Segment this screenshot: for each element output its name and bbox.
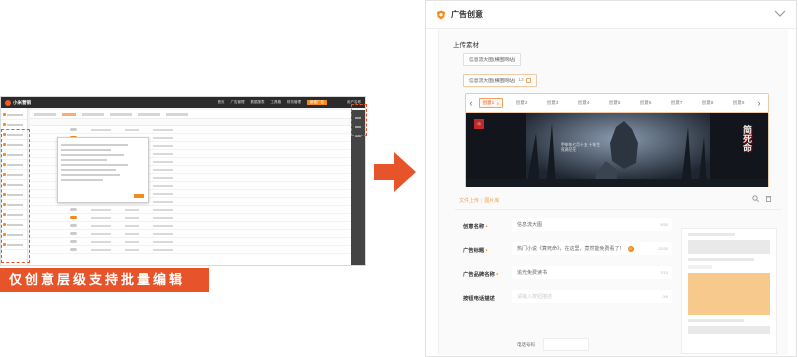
selected-image-label: 信息流大图(横图网站)	[469, 79, 516, 84]
image-caption: 甲申年七月十五 十年生死两茫茫	[561, 143, 601, 152]
table-row[interactable]	[30, 222, 351, 230]
phone-field[interactable]	[543, 338, 589, 351]
emoji-icon[interactable]: ☺	[627, 245, 634, 252]
highlight-right-toolbar	[351, 104, 367, 136]
table-row[interactable]	[30, 214, 351, 222]
char-count: 0/6	[662, 294, 668, 299]
cta-label: 按钮电话描述	[463, 296, 495, 302]
table-row[interactable]	[30, 230, 351, 238]
tab-creative-4[interactable]: 创意4	[568, 100, 599, 106]
field-value: 信息流大图	[517, 222, 543, 228]
brand-name-label: 广告品牌名称 •	[463, 272, 499, 278]
cta-field[interactable]: 请输入按钮描述 0/6	[512, 290, 672, 303]
table-row[interactable]	[30, 206, 351, 214]
tab-creative-8[interactable]: 创意8	[692, 100, 723, 106]
mini-logo: 小米营销	[5, 99, 31, 106]
preset-image-button[interactable]: 信息流大图(横图网站)	[463, 53, 522, 66]
mini-nav-item[interactable]: 工具箱	[271, 100, 282, 105]
upload-title: 上传素材	[453, 42, 479, 49]
char-count: 22/30	[657, 246, 668, 251]
label-text: 广告品牌名称	[463, 272, 495, 278]
ad-preview	[681, 228, 777, 354]
seal-stamp: 印	[474, 119, 484, 129]
mini-app-title: 小米营销	[13, 99, 31, 105]
trash-icon[interactable]	[765, 195, 772, 202]
field-value: 热门小说《算死命》，在这里，竟然能免费看了！	[517, 246, 625, 252]
char-count: 5/50	[660, 222, 668, 227]
image-brand-title: 简死命	[742, 125, 752, 152]
chevron-down-icon[interactable]	[774, 10, 786, 18]
tab-creative-2[interactable]: 创意2	[506, 100, 537, 106]
mini-filter[interactable]	[34, 112, 56, 116]
mini-main	[30, 110, 351, 265]
file-actions: 文件上传 | 图片库	[459, 198, 500, 204]
table-row[interactable]	[30, 238, 351, 246]
creative-name-label: 创意名称 •	[463, 224, 488, 230]
creative-artwork	[466, 113, 768, 187]
selected-image-button[interactable]: 信息流大图(横图网站) 13	[463, 74, 537, 87]
search-icon[interactable]	[752, 195, 759, 202]
arrow-right-icon	[374, 152, 416, 192]
creative-card: 上传素材 信息流大图(横图网站) 信息流大图(横图网站) 13 ‹ 创意1 ✕ …	[438, 29, 788, 355]
creative-name-field[interactable]: 信息流大图 5/50	[512, 218, 672, 231]
mini-top-bar: 小米营销 首页 广告管理 数据报表 工具箱 财务管理 新建广告 用户名称	[1, 97, 365, 108]
panel-title: 广告创意	[451, 10, 483, 19]
label-text: 广告标题	[463, 248, 485, 254]
close-icon[interactable]: ✕	[496, 101, 499, 106]
tab-creative-6[interactable]: 创意6	[630, 100, 661, 106]
mini-nav-item[interactable]: 财务管理	[287, 100, 301, 105]
tab-creative-1[interactable]: 创意1 ✕	[479, 98, 503, 108]
brand-name-field[interactable]: 追光免费读书 7/10	[512, 266, 672, 279]
mini-toolbar	[30, 110, 351, 119]
caption-banner: 仅创意层级支持批量编辑	[0, 268, 209, 292]
field-value: 追光免费读书	[517, 270, 548, 276]
mini-nav-item[interactable]: 广告管理	[231, 100, 245, 105]
field-placeholder: 请输入按钮描述	[517, 294, 553, 300]
backend-screenshot: 小米营销 首页 广告管理 数据报表 工具箱 财务管理 新建广告 用户名称	[0, 96, 366, 266]
tab-creative-3[interactable]: 创意3	[537, 100, 568, 106]
chevron-left-icon[interactable]: ‹	[466, 98, 476, 108]
divider	[455, 209, 781, 210]
creative-tabs: ‹ 创意1 ✕ 创意2 创意3 创意4 创意5 创意6 创意7 创意8 创意9 …	[465, 93, 769, 113]
mini-filter[interactable]	[166, 112, 188, 116]
mini-side-row[interactable]	[1, 110, 27, 120]
ad-creative-panel: 广告创意 上传素材 信息流大图(横图网站) 信息流大图(横图网站) 13 ‹ 创…	[425, 0, 797, 357]
mini-create-button[interactable]: 新建广告	[307, 100, 327, 105]
mini-nav: 首页 广告管理 数据报表 工具箱 财务管理 新建广告 用户名称	[218, 100, 361, 105]
file-upload-link[interactable]: 文件上传	[459, 198, 479, 204]
mini-nav-item[interactable]: 数据报表	[251, 100, 265, 105]
creative-image[interactable]: 印 甲申年七月十五 十年生死两茫茫 简死命	[465, 113, 769, 187]
tab-label: 创意1	[482, 100, 495, 105]
mini-nav-item[interactable]: 首页	[218, 100, 225, 105]
mini-table-head	[30, 119, 351, 126]
image-library-link[interactable]: 图片库	[484, 198, 499, 204]
panel-header[interactable]: 广告创意	[426, 1, 796, 29]
tab-creative-5[interactable]: 创意5	[599, 100, 630, 106]
char-count: 7/10	[660, 270, 668, 275]
mini-dropdown-confirm-button[interactable]	[134, 194, 144, 198]
mini-dropdown	[57, 137, 149, 203]
phone-label: 电话号码	[517, 342, 535, 347]
highlight-sidebar	[1, 129, 30, 263]
label-text: 创意名称	[463, 224, 485, 230]
tab-creative-7[interactable]: 创意7	[661, 100, 692, 106]
ad-title-field[interactable]: 热门小说《算死命》，在这里，竟然能免费看了！ ☺ 22/30	[512, 242, 672, 255]
selected-count: 13	[518, 78, 524, 83]
image-tools	[752, 195, 772, 202]
tab-creative-9[interactable]: 创意9	[723, 100, 754, 106]
table-row[interactable]	[30, 126, 351, 134]
mini-filter-active[interactable]	[62, 112, 76, 116]
mini-filter[interactable]	[110, 112, 132, 116]
table-row[interactable]	[30, 246, 351, 254]
logo-icon	[5, 99, 11, 106]
mini-filter[interactable]	[138, 112, 160, 116]
copy-icon[interactable]	[525, 78, 531, 83]
badge-icon	[437, 10, 445, 19]
ad-title-label: 广告标题 •	[463, 248, 488, 254]
chevron-right-icon[interactable]: ›	[754, 98, 764, 108]
mini-filter[interactable]	[82, 112, 104, 116]
preset-image-label: 信息流大图(横图网站)	[469, 58, 516, 63]
